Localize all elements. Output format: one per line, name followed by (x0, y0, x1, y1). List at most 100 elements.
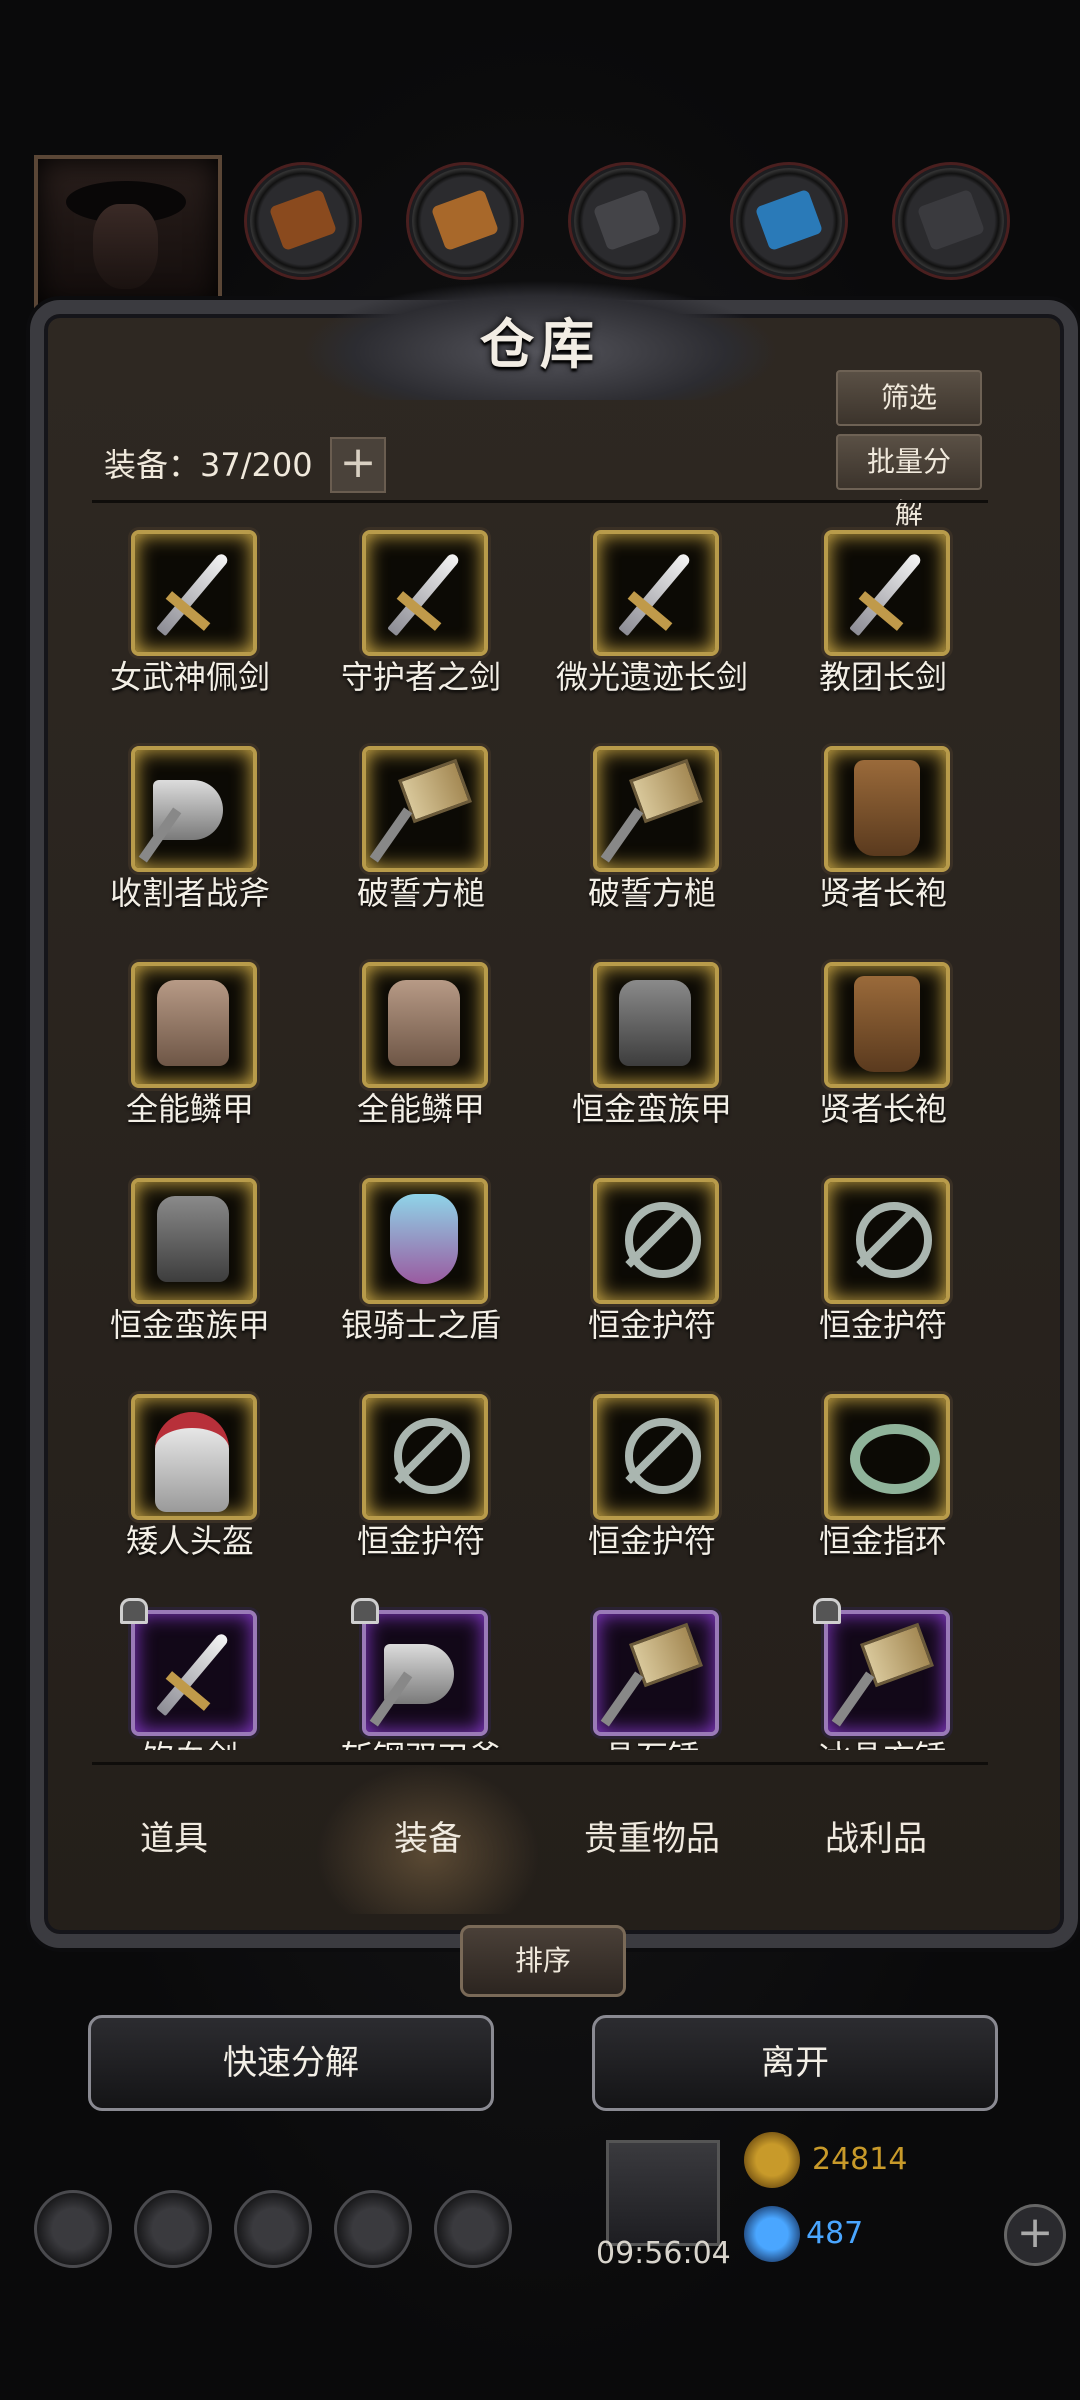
page-title: 仓库 (480, 312, 600, 376)
item-name: 冰晶方锤 (753, 1732, 1013, 1750)
item-frame[interactable] (131, 962, 257, 1088)
item-frame[interactable] (362, 1178, 488, 1304)
item-slot[interactable]: 守护者之剑 (291, 520, 521, 730)
shield-icon (390, 1194, 458, 1284)
item-slot[interactable]: 晶石锤 (522, 1600, 752, 1750)
ring-icon (850, 1424, 940, 1494)
item-slot[interactable]: 恒金蛮族甲 (522, 952, 752, 1162)
item-name: 全能鳞甲 (125, 1090, 254, 1128)
item-slot[interactable]: 全能鳞甲 (291, 952, 521, 1162)
item-name: 银骑士之盾 (340, 1306, 501, 1344)
item-grid[interactable]: 女武神佩剑 守护者之剑 微光遗迹长剑 教团长剑 收割者战斧 破誓方槌 破誓方槌 贤者长袍 全能鳞… (60, 520, 1020, 1750)
item-frame[interactable] (593, 1610, 719, 1736)
sword-icon (387, 551, 461, 637)
item-frame[interactable] (362, 962, 488, 1088)
building-icon[interactable] (234, 2190, 312, 2268)
item-frame[interactable] (593, 962, 719, 1088)
item-slot[interactable]: 恒金指环 (753, 1384, 983, 1594)
gift-box-icon[interactable] (606, 2140, 720, 2246)
item-frame[interactable] (824, 746, 950, 872)
item-slot[interactable]: 微光遗迹长剑 (522, 520, 752, 730)
gold-amount: 24814 (812, 2142, 908, 2177)
item-frame[interactable] (824, 1610, 950, 1736)
armor-icon (619, 980, 691, 1066)
capacity-label: 装备：37/200 (104, 446, 313, 484)
item-name: 恒金护符 (818, 1306, 947, 1344)
filter-button[interactable]: 筛选 (836, 370, 982, 426)
achievement-icon[interactable] (134, 2190, 212, 2268)
item-slot[interactable]: 全能鳞甲 (60, 952, 290, 1162)
item-frame[interactable] (131, 530, 257, 656)
item-frame[interactable] (593, 746, 719, 872)
item-slot[interactable]: 女武神佩剑 (60, 520, 290, 730)
crystal-icon (730, 162, 848, 280)
tab-2[interactable]: 贵重物品 (540, 1764, 764, 1914)
item-frame[interactable] (362, 1610, 488, 1736)
item-name: 晶石锤 (522, 1732, 782, 1750)
item-frame[interactable] (131, 746, 257, 872)
mail-icon[interactable] (334, 2190, 412, 2268)
lock-icon (120, 1598, 148, 1624)
item-frame[interactable] (131, 1178, 257, 1304)
hammer-icon-part (600, 1671, 644, 1727)
item-name: 恒金蛮族甲 (109, 1306, 270, 1344)
steel-icon (892, 162, 1010, 280)
item-name: 恒金护符 (356, 1522, 485, 1560)
item-frame[interactable] (824, 530, 950, 656)
iron-icon (568, 162, 686, 280)
armor-icon (157, 980, 229, 1066)
item-frame[interactable] (824, 1394, 950, 1520)
tab-1[interactable]: 装备 (316, 1764, 540, 1914)
item-slot[interactable]: 饮血剑 (60, 1598, 290, 1750)
leave-button[interactable]: 离开 (592, 2015, 998, 2111)
item-slot[interactable]: 恒金护符 (753, 1168, 983, 1378)
item-slot[interactable]: 斩钢双刃斧 (291, 1598, 521, 1750)
map-icon[interactable] (434, 2190, 512, 2268)
item-slot[interactable]: 恒金蛮族甲 (60, 1168, 290, 1378)
robe-icon (854, 760, 920, 856)
player-avatar[interactable] (34, 155, 222, 313)
add-currency-button[interactable]: + (1004, 2204, 1066, 2266)
sword-icon (156, 551, 230, 637)
item-frame[interactable] (131, 1610, 257, 1736)
tab-3[interactable]: 战利品 (764, 1764, 988, 1914)
item-frame[interactable] (593, 1394, 719, 1520)
item-slot[interactable]: 贤者长袍 (753, 736, 983, 946)
item-slot[interactable]: 银骑士之盾 (291, 1168, 521, 1378)
item-frame[interactable] (593, 530, 719, 656)
amulet-icon (625, 1202, 701, 1278)
item-name: 微光遗迹长剑 (555, 658, 748, 696)
gold-coin-icon (744, 2132, 800, 2188)
item-frame[interactable] (362, 530, 488, 656)
item-frame[interactable] (824, 962, 950, 1088)
sort-button[interactable]: 排序 (460, 1925, 626, 1997)
item-slot[interactable]: 贤者长袍 (753, 952, 983, 1162)
item-slot[interactable]: 矮人头盔 (60, 1384, 290, 1594)
item-name: 破誓方槌 (587, 874, 716, 912)
settings-icon[interactable] (34, 2190, 112, 2268)
steel-icon-shape (916, 188, 986, 252)
iron-icon-shape (592, 188, 662, 252)
item-slot[interactable]: 收割者战斧 (60, 736, 290, 946)
tab-0[interactable]: 道具 (62, 1764, 286, 1914)
expand-capacity-button[interactable]: + (330, 437, 386, 493)
item-name: 全能鳞甲 (356, 1090, 485, 1128)
bulk-decompose-button[interactable]: 批量分解 (836, 434, 982, 530)
item-name: 恒金护符 (587, 1522, 716, 1560)
item-slot[interactable]: 破誓方槌 (291, 736, 521, 946)
item-frame[interactable] (131, 1394, 257, 1520)
item-slot[interactable]: 恒金护符 (291, 1384, 521, 1594)
item-slot[interactable]: 冰晶方锤 (753, 1598, 983, 1750)
item-slot[interactable]: 恒金护符 (522, 1384, 752, 1594)
item-frame[interactable] (362, 746, 488, 872)
item-frame[interactable] (824, 1178, 950, 1304)
gift-timer: 09:56:04 (596, 2236, 731, 2271)
item-frame[interactable] (593, 1178, 719, 1304)
armor-icon (157, 1196, 229, 1282)
quick-decompose-button[interactable]: 快速分解 (88, 2015, 494, 2111)
item-slot[interactable]: 破誓方槌 (522, 736, 752, 946)
item-slot[interactable]: 教团长剑 (753, 520, 983, 730)
item-name: 恒金指环 (818, 1522, 947, 1560)
item-frame[interactable] (362, 1394, 488, 1520)
item-slot[interactable]: 恒金护符 (522, 1168, 752, 1378)
